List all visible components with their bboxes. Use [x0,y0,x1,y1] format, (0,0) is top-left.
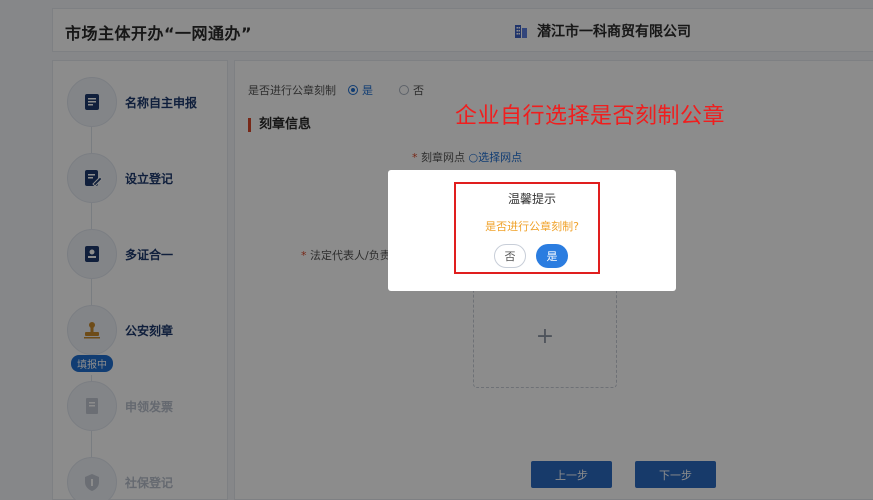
confirm-dialog: 温馨提示 是否进行公章刻制? 否 是 [388,170,676,291]
dialog-no-button[interactable]: 否 [494,244,526,268]
dialog-yes-button[interactable]: 是 [536,244,568,268]
dialog-title: 温馨提示 [507,192,556,206]
dialog-message: 是否进行公章刻制? [485,220,579,233]
annotation-text: 企业自行选择是否刻制公章 [455,104,726,129]
